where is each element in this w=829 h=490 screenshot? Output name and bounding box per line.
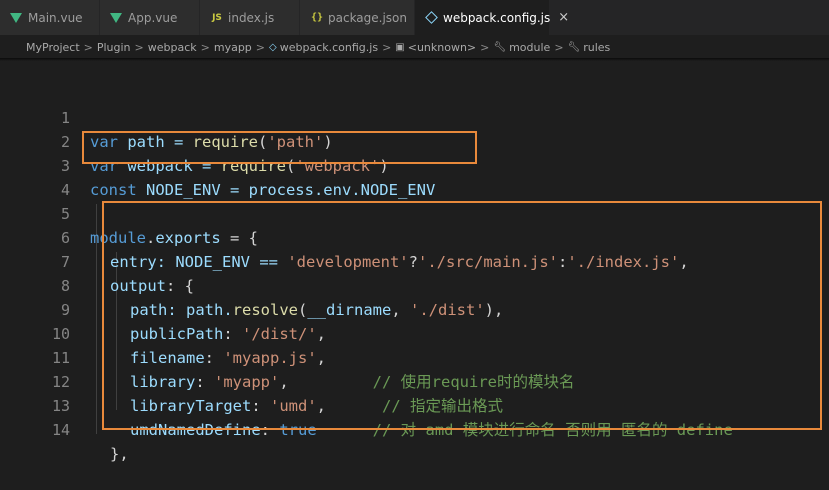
- code-line: 12 libraryTarget: 'umd', // 指定输出格式: [0, 346, 503, 415]
- tab-label: Main.vue: [28, 10, 83, 25]
- tab-main-vue[interactable]: Main.vue: [0, 0, 100, 35]
- object-icon: ▣: [395, 41, 405, 53]
- tab-label: webpack.config.js: [443, 10, 551, 25]
- line-number: 8: [60, 277, 70, 295]
- line-number: 2: [60, 133, 70, 151]
- line-number: 14: [51, 421, 70, 439]
- code-line: 9 publicPath: '/dist/',: [0, 274, 326, 343]
- line-number: 5: [60, 205, 70, 223]
- line-number: 11: [51, 349, 70, 367]
- breadcrumb-separator: >: [255, 40, 266, 54]
- line-number: 6: [60, 229, 70, 247]
- code-line: 4: [0, 154, 70, 199]
- code-text[interactable]: const NODE_ENV = process.env.NODE_ENV: [90, 178, 435, 202]
- js-icon: JS: [212, 13, 222, 23]
- tab-app-vue[interactable]: App.vue: [100, 0, 200, 35]
- tab-label: package.json: [328, 10, 408, 25]
- code-text[interactable]: },: [110, 442, 129, 466]
- tab-package-json[interactable]: {} package.json: [300, 0, 415, 35]
- code-line: 14 },: [0, 394, 129, 463]
- breadcrumb-separator: >: [83, 40, 93, 54]
- breadcrumb: MyProject > Plugin > webpack > myapp > ◇…: [0, 36, 829, 58]
- line-number: 4: [60, 181, 70, 199]
- breadcrumb-item[interactable]: myapp: [214, 41, 252, 54]
- breadcrumb-item[interactable]: <unknown>: [408, 41, 476, 54]
- code-line: 1 var path = require('path'): [0, 82, 333, 151]
- close-icon[interactable]: ×: [558, 10, 569, 25]
- code-line: 5 module.exports = {: [0, 178, 258, 247]
- webpack-icon: [425, 11, 438, 24]
- code-line: 7 output: {: [0, 226, 194, 295]
- webpack-icon: ◇: [269, 41, 277, 53]
- highlight-box-module-exports: [102, 201, 822, 430]
- code-line: 13 umdNamedDefine: true // 对 amd 模块进行命名 …: [0, 370, 733, 439]
- highlight-box-node-env: [82, 131, 477, 164]
- scroll-shadow: [0, 58, 829, 61]
- line-number: 13: [51, 397, 70, 415]
- breadcrumb-item[interactable]: webpack: [148, 41, 197, 54]
- vue-icon: [10, 13, 22, 23]
- breadcrumb-separator: >: [382, 40, 392, 54]
- breadcrumb-item[interactable]: rules: [583, 41, 610, 54]
- code-line: 11 library: 'myapp', // 使用require时的模块名: [0, 322, 575, 391]
- code-line: 10 filename: 'myapp.js',: [0, 298, 326, 367]
- line-number: 10: [51, 325, 70, 343]
- wrench-icon: 🔧︎: [567, 41, 581, 53]
- breadcrumb-item[interactable]: webpack.config.js: [280, 41, 378, 54]
- line-number: 9: [60, 301, 70, 319]
- breadcrumb-item[interactable]: Plugin: [97, 41, 131, 54]
- code-line: 3 const NODE_ENV = process.env.NODE_ENV: [0, 130, 435, 199]
- breadcrumb-separator: >: [134, 40, 144, 54]
- breadcrumb-item[interactable]: module: [509, 41, 550, 54]
- line-number: 7: [60, 253, 70, 271]
- code-line: 2 var webpack = require('webpack'): [0, 106, 389, 175]
- breadcrumb-separator: >: [480, 40, 490, 54]
- breadcrumb-separator: >: [200, 40, 210, 54]
- line-number: 3: [60, 157, 70, 175]
- json-icon: {}: [310, 12, 324, 23]
- tab-label: index.js: [228, 10, 275, 25]
- vue-icon: [110, 13, 122, 23]
- tab-index-js[interactable]: JS index.js: [200, 0, 300, 35]
- line-number: 1: [60, 109, 70, 127]
- tab-webpack-config-js[interactable]: webpack.config.js ×: [415, 0, 569, 35]
- breadcrumb-separator: >: [554, 40, 564, 54]
- code-line: 6 entry: NODE_ENV == 'development'?'./sr…: [0, 202, 689, 271]
- code-line: 8 path: path.resolve(__dirname, './dist'…: [0, 250, 503, 319]
- breadcrumb-item[interactable]: MyProject: [26, 41, 80, 54]
- editor-tab-bar: Main.vue App.vue JS index.js {} package.…: [0, 0, 829, 36]
- tab-label: App.vue: [128, 10, 178, 25]
- code-editor[interactable]: 1 var path = require('path') 2 var webpa…: [0, 58, 829, 463]
- line-number: 12: [51, 373, 70, 391]
- wrench-icon: 🔧︎: [493, 41, 507, 53]
